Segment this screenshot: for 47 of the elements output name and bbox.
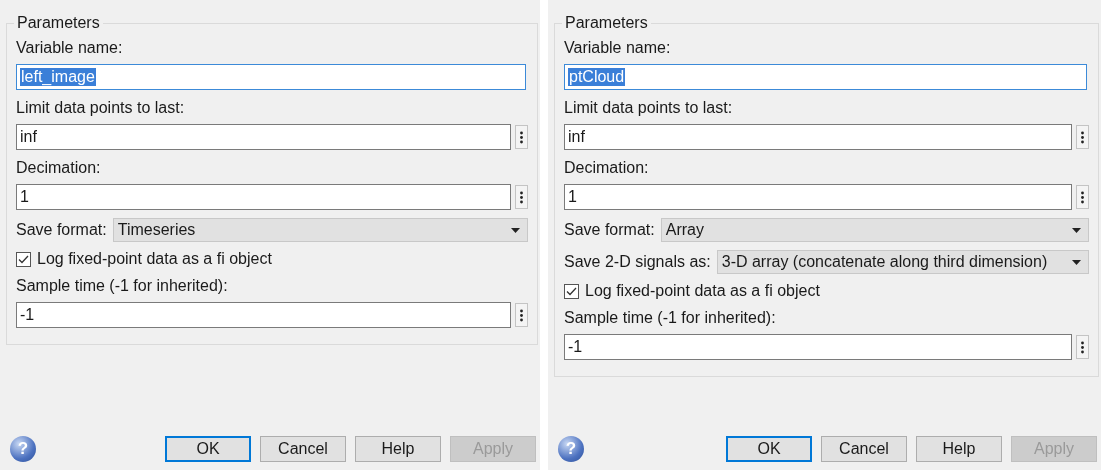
dropdown[interactable]: Array — [660, 218, 1089, 242]
field-label: Save format: — [564, 221, 655, 239]
dialog-button[interactable]: OK — [165, 436, 251, 462]
checkbox-label: Log fixed-point data as a fi object — [37, 250, 272, 268]
dialog-button[interactable]: OK — [726, 436, 812, 462]
field-label: Sample time (-1 for inherited): — [16, 277, 228, 294]
more-options-button[interactable] — [1076, 185, 1089, 209]
field-label: Variable name: — [564, 39, 671, 56]
more-options-button[interactable] — [515, 185, 528, 209]
more-icon — [520, 190, 523, 204]
field-label: Decimation: — [16, 159, 101, 176]
dropdown[interactable]: 3-D array (concatenate along third dimension) — [716, 250, 1089, 274]
dialog-button[interactable]: Cancel — [260, 436, 346, 462]
checkbox[interactable] — [564, 283, 579, 299]
more-icon — [520, 130, 523, 144]
text-field[interactable]: inf — [564, 124, 1072, 150]
text-field[interactable]: -1 — [564, 334, 1072, 360]
more-icon — [1081, 190, 1084, 204]
text-field[interactable]: 1 — [564, 184, 1072, 210]
dialog-button[interactable]: Help — [916, 436, 1002, 462]
dialog-button[interactable]: Cancel — [821, 436, 907, 462]
field-label: Limit data points to last: — [16, 99, 185, 116]
more-options-button[interactable] — [1076, 335, 1089, 359]
text-field[interactable]: ptCloud — [564, 64, 1087, 90]
more-options-button[interactable] — [515, 125, 528, 149]
caret-icon — [511, 227, 520, 233]
dropdown[interactable]: Timeseries — [112, 218, 528, 242]
more-options-button[interactable] — [1076, 125, 1089, 149]
more-icon — [1081, 130, 1084, 144]
caret-icon — [1072, 259, 1081, 265]
text-field[interactable]: inf — [16, 124, 511, 150]
caret-icon — [1072, 227, 1081, 233]
more-options-button[interactable] — [515, 303, 528, 327]
dialog-button[interactable]: Help — [355, 436, 441, 462]
checkbox[interactable] — [16, 251, 31, 267]
text-field[interactable]: 1 — [16, 184, 511, 210]
field-label: Decimation: — [564, 159, 649, 176]
more-icon — [520, 308, 523, 322]
field-label: Save 2-D signals as: — [564, 253, 711, 271]
checkbox-label: Log fixed-point data as a fi object — [585, 282, 820, 300]
text-field[interactable]: -1 — [16, 302, 511, 328]
field-label: Sample time (-1 for inherited): — [564, 309, 776, 326]
field-label: Limit data points to last: — [564, 99, 733, 116]
field-label: Variable name: — [16, 39, 123, 56]
field-label: Save format: — [16, 221, 107, 239]
text-field[interactable]: left_image — [16, 64, 526, 90]
more-icon — [1081, 340, 1084, 354]
